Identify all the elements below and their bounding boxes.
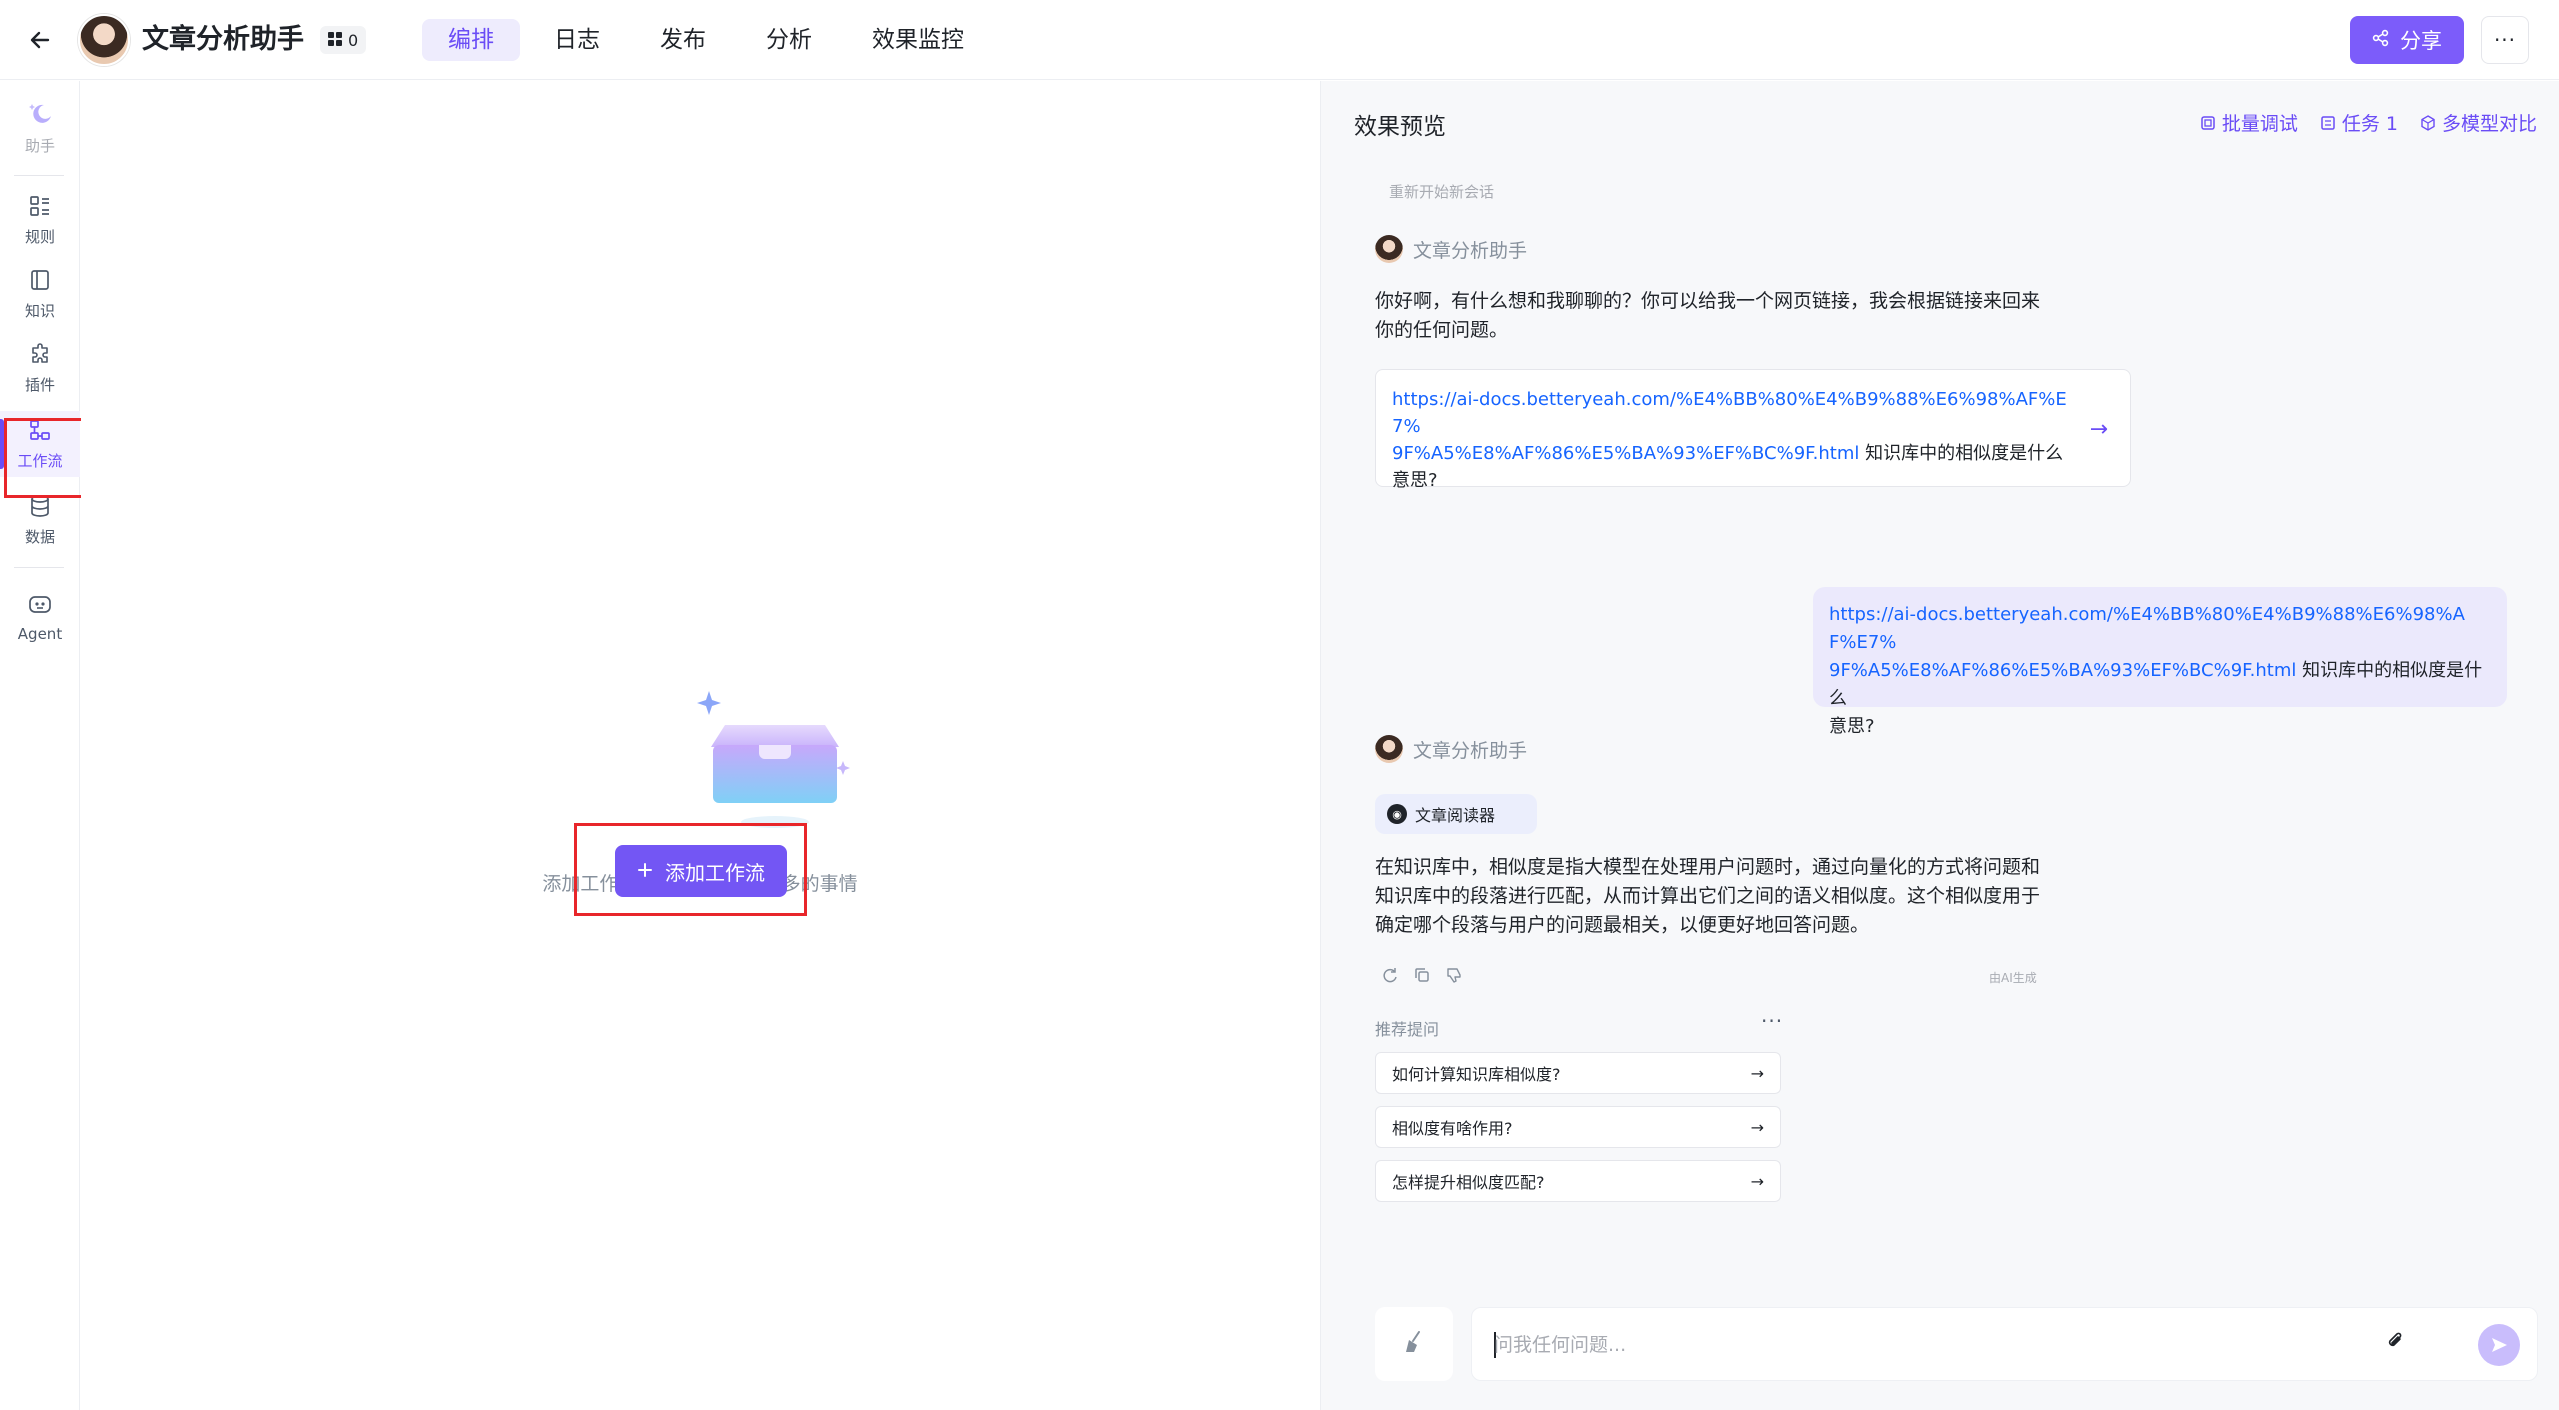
moon-icon — [26, 101, 54, 131]
bot-answer: 在知识库中，相似度是指大模型在处理用户问题时，通过向量化的方式将问题和 知识库中… — [1375, 856, 2041, 936]
empty-box-illustration — [695, 687, 865, 837]
copy-icon[interactable] — [1413, 966, 1431, 989]
chat-input-box[interactable] — [1471, 1307, 2538, 1381]
preview-panel: 效果预览 批量调试 任务 1 多模型对比 重新开始新会话 文章分析助手 你好啊，… — [1320, 81, 2559, 1410]
reader-tool-icon: ◉ — [1387, 804, 1407, 824]
recommended-question[interactable]: 相似度有啥作用? → — [1375, 1106, 1781, 1148]
batch-debug-button[interactable]: 批量调试 — [2200, 109, 2298, 136]
regenerate-icon[interactable] — [1381, 966, 1399, 989]
bot-name: 文章分析助手 — [1413, 739, 1528, 762]
main-nav-tabs: 编排 日志 发布 分析 效果监控 — [422, 19, 990, 61]
link-question-text-2: 意思? — [1392, 470, 1438, 491]
sidebar-divider — [14, 567, 64, 568]
recommend-title: 推荐提问 — [1375, 1020, 1440, 1039]
bot-avatar — [1375, 735, 1403, 763]
sidebar-item-label: 规则 — [24, 227, 55, 246]
sidebar-item-label: 数据 — [24, 527, 55, 546]
add-workflow-button[interactable]: 添加工作流 — [615, 845, 787, 897]
workspace-count-badge[interactable]: 0 — [320, 26, 367, 54]
chat-input[interactable] — [1494, 1328, 2374, 1362]
broom-icon — [1401, 1329, 1427, 1359]
cube-icon — [2421, 114, 2435, 131]
recommended-question[interactable]: 怎样提升相似度匹配? → — [1375, 1160, 1781, 1202]
bot-avatar — [1375, 235, 1403, 263]
tab-arrange[interactable]: 编排 — [422, 19, 520, 61]
send-button[interactable] — [2478, 1324, 2520, 1366]
ai-generated-note: 由AI生成 — [1989, 971, 2037, 985]
user-question-text-2: 意思? — [1829, 716, 1875, 737]
arrow-right-icon: → — [1750, 1171, 1764, 1191]
sidebar-item-rules[interactable]: 规则 — [0, 187, 80, 253]
link-url-line1[interactable]: https://ai-docs.betteryeah.com/%E4%BB%80… — [1392, 389, 2067, 437]
tab-logs[interactable]: 日志 — [528, 19, 626, 61]
share-button[interactable]: 分享 — [2350, 16, 2464, 64]
puzzle-icon — [28, 342, 52, 370]
sidebar-item-plugins[interactable]: 插件 — [0, 335, 80, 401]
book-icon — [28, 268, 52, 296]
highlight-box-add-workflow: 添加工作流 — [574, 823, 807, 916]
user-message-bubble: https://ai-docs.betteryeah.com/%E4%BB%80… — [1813, 587, 2507, 737]
highlight-box-sidebar — [4, 418, 90, 498]
tab-publish[interactable]: 发布 — [634, 19, 732, 61]
app-avatar[interactable] — [78, 14, 130, 66]
share-icon — [2372, 28, 2390, 52]
suggested-link-card[interactable]: https://ai-docs.betteryeah.com/%E4%BB%80… — [1375, 369, 2131, 491]
tool-name: 文章阅读器 — [1415, 806, 1496, 825]
sidebar-item-label: 知识 — [24, 301, 55, 320]
plus-icon — [637, 859, 653, 883]
restart-session-link[interactable]: 重新开始新会话 — [1389, 181, 1494, 202]
attachment-icon[interactable] — [2384, 1330, 2406, 1358]
user-link-url-line2[interactable]: 9F%A5%E8%AF%86%E5%BA%93%EF%BC%9F.html — [1829, 660, 2296, 681]
more-options-button[interactable]: ··· — [2481, 16, 2529, 64]
sidebar-item-knowledge[interactable]: 知识 — [0, 261, 80, 327]
task-icon — [2321, 115, 2335, 130]
arrow-right-icon[interactable]: → — [2090, 416, 2108, 443]
recommended-question[interactable]: 如何计算知识库相似度? → — [1375, 1052, 1781, 1094]
recommend-more-icon[interactable]: ··· — [1761, 1009, 1783, 1033]
back-arrow-icon[interactable] — [22, 22, 58, 58]
batch-icon — [2201, 115, 2215, 130]
thumbs-down-icon[interactable] — [1445, 966, 1463, 989]
bot-header: 文章分析助手 — [1375, 235, 1527, 263]
sidebar-divider — [14, 175, 64, 176]
agent-icon — [27, 593, 53, 621]
send-icon — [2492, 1338, 2507, 1352]
app-title: 文章分析助手 — [142, 24, 304, 55]
bot-greeting: 你好啊，有什么想和我聊聊的？你可以给我一个网页链接，我会根据链接来回来 你的任何… — [1375, 290, 2041, 341]
sidebar-item-label: 插件 — [24, 375, 55, 394]
workflow-panel: 添加工作流，让 Agent 做更多的事情 — [81, 81, 1319, 1410]
grid-icon — [328, 31, 342, 50]
top-header: 文章分析助手 0 编排 日志 发布 分析 效果监控 分享 ··· — [0, 0, 2559, 80]
arrow-right-icon: → — [1750, 1063, 1764, 1083]
left-sidebar: 助手 规则 知识 插件 工作流 数据 Agent — [0, 81, 80, 1410]
link-question-text: 知识库中的相似度是什么 — [1859, 443, 2064, 464]
chat-input-area — [1375, 1307, 2538, 1381]
preview-actions: 批量调试 任务 1 多模型对比 — [2200, 109, 2537, 136]
sidebar-item-agent[interactable]: Agent — [0, 585, 80, 651]
bot-header: 文章分析助手 — [1375, 735, 1527, 763]
share-label: 分享 — [2400, 29, 2442, 53]
add-workflow-label: 添加工作流 — [665, 860, 765, 885]
tab-analysis[interactable]: 分析 — [740, 19, 838, 61]
tasks-button[interactable]: 任务 1 — [2320, 109, 2398, 136]
model-compare-button[interactable]: 多模型对比 — [2420, 109, 2537, 136]
tool-call-chip[interactable]: ◉ 文章阅读器 — [1375, 794, 1537, 834]
sidebar-item-label: 助手 — [24, 136, 55, 155]
bot-name: 文章分析助手 — [1413, 239, 1528, 262]
arrow-right-icon: → — [1750, 1117, 1764, 1137]
link-url-line2[interactable]: 9F%A5%E8%AF%86%E5%BA%93%EF%BC%9F.html — [1392, 443, 1859, 464]
grid-list-icon — [28, 194, 52, 222]
badge-count: 0 — [348, 30, 359, 50]
tab-monitoring[interactable]: 效果监控 — [846, 19, 990, 61]
preview-title: 效果预览 — [1354, 114, 1446, 140]
user-link-url-line1[interactable]: https://ai-docs.betteryeah.com/%E4%BB%80… — [1829, 604, 2465, 653]
feedback-row — [1381, 966, 1463, 989]
clear-context-button[interactable] — [1375, 1307, 1453, 1381]
sidebar-item-label: Agent — [17, 625, 63, 643]
sidebar-item-assistant[interactable]: 助手 — [0, 95, 80, 161]
